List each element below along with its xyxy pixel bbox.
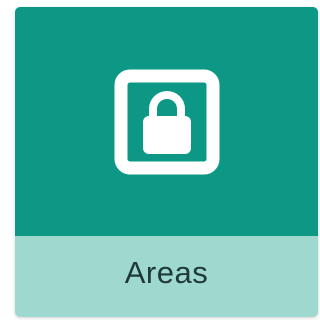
tile-label: Areas (124, 254, 209, 290)
areas-tile[interactable]: Areas (15, 7, 318, 317)
tile-icon-panel (15, 7, 318, 236)
tile-label-panel: Areas (15, 236, 318, 317)
lock-in-square-icon (114, 69, 219, 174)
